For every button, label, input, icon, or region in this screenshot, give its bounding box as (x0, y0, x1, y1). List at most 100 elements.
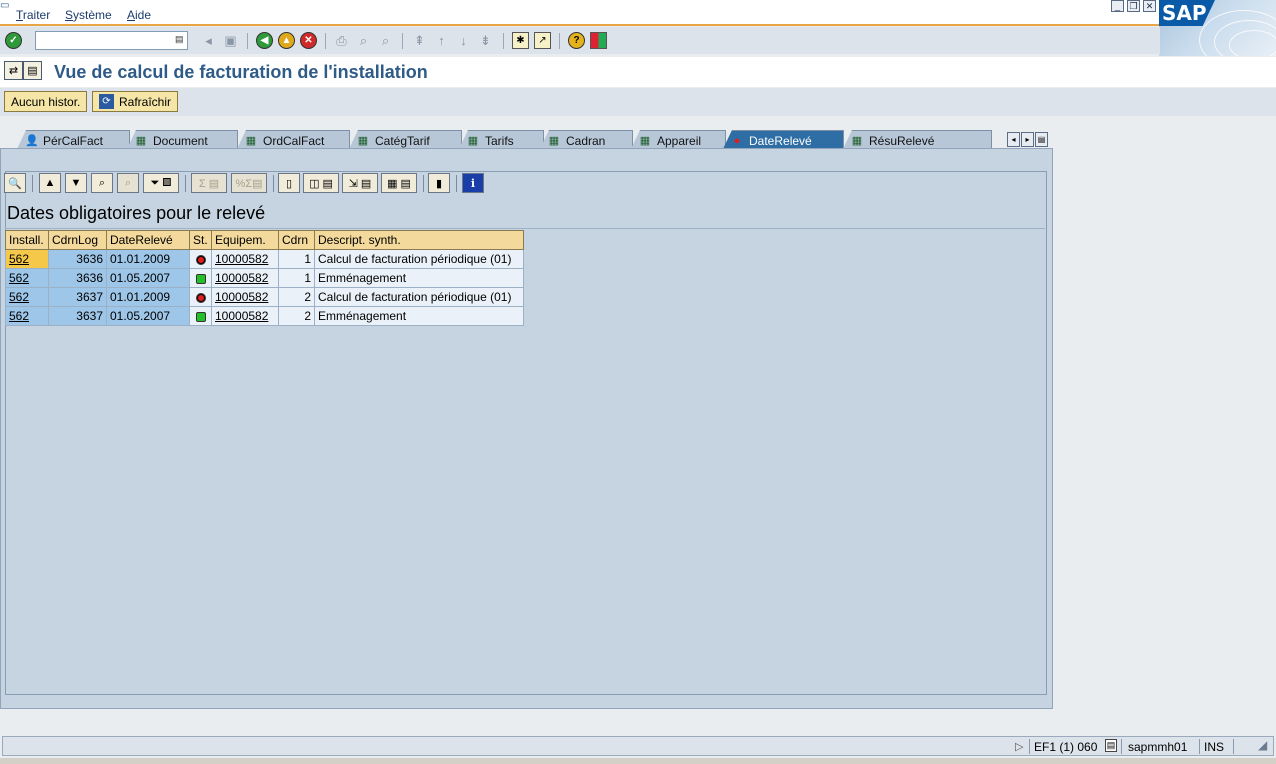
install-link[interactable]: 562 (9, 309, 29, 323)
find-icon[interactable]: ⌕ (355, 32, 372, 49)
equipment-link[interactable]: 10000582 (215, 290, 268, 304)
info-icon[interactable]: i (462, 173, 484, 193)
close-window-icon[interactable]: ✕ (1143, 0, 1156, 12)
subtotal-icon: %Σ▤ (231, 173, 267, 193)
next-page-icon[interactable]: ↓ (455, 32, 472, 49)
graphic-icon[interactable]: ▮ (428, 173, 450, 193)
command-history-icon[interactable]: ▤ (175, 34, 185, 46)
help-icon[interactable]: ? (568, 32, 585, 49)
red-light-icon (195, 254, 206, 265)
exit-icon[interactable]: ▲ (278, 32, 295, 49)
standard-toolbar: ✓ ▤ ◂ ▣ ◀ ▲ ✕ ⎙ ⌕ ⌕ ⇞ ↑ ↓ ⇟ ✱ ↗ ? (0, 27, 1160, 54)
column-header-cdrn[interactable]: Cdrn (278, 230, 315, 250)
install-cell[interactable]: 562 (5, 306, 49, 326)
back-arrow-icon[interactable]: ◂ (200, 32, 217, 49)
column-header-datereleve[interactable]: DateRelevé (106, 230, 190, 250)
tab-label: Appareil (657, 134, 702, 148)
equipment-link[interactable]: 10000582 (215, 309, 268, 323)
new-session-icon[interactable]: ✱ (512, 32, 529, 49)
sort-descending-icon[interactable]: ▼ (65, 173, 87, 193)
views-icon[interactable]: ◫ ▤ (303, 173, 339, 193)
install-cell[interactable]: 562 (5, 249, 49, 269)
first-page-icon[interactable]: ⇞ (411, 32, 428, 49)
data-grid: Install. CdrnLog DateRelevé St. Equipem.… (5, 230, 524, 326)
last-page-icon[interactable]: ⇟ (477, 32, 494, 49)
column-header-description[interactable]: Descript. synth. (314, 230, 524, 250)
cancel-icon[interactable]: ✕ (300, 32, 317, 49)
filter-icon[interactable]: ⏷ ▤ (143, 173, 179, 193)
install-cell[interactable]: 562 (5, 287, 49, 307)
tab-scroll-left-icon[interactable]: ◂ (1007, 132, 1020, 147)
table-row[interactable]: 562 3637 01.05.2007 10000582 2 Emménagem… (5, 306, 524, 326)
find-next-icon[interactable]: ⌕ (377, 32, 394, 49)
date-cell: 01.01.2009 (106, 287, 190, 307)
layout-icon[interactable]: ▦ ▤ (381, 173, 417, 193)
save-icon[interactable]: ▣ (222, 32, 239, 49)
menu-item-traiter[interactable]: Traiter (16, 8, 50, 22)
cdrnlog-cell: 3637 (48, 287, 107, 307)
install-link[interactable]: 562 (9, 271, 29, 285)
layout-menu-icon[interactable] (590, 32, 607, 49)
table-row[interactable]: 562 3637 01.01.2009 10000582 2 Calcul de… (5, 287, 524, 307)
sort-ascending-icon[interactable]: ▲ (39, 173, 61, 193)
title-bar: ⇄ ▤ Vue de calcul de facturation de l'in… (0, 57, 1276, 87)
maximize-icon[interactable]: ❐ (1127, 0, 1140, 12)
print-icon[interactable]: ⎙ (333, 32, 350, 49)
equipment-link[interactable]: 10000582 (215, 252, 268, 266)
install-link[interactable]: 562 (9, 252, 29, 266)
grid-header-row: Install. CdrnLog DateRelevé St. Equipem.… (5, 230, 524, 250)
equipment-link[interactable]: 10000582 (215, 271, 268, 285)
equipment-cell[interactable]: 10000582 (211, 287, 279, 307)
status-cell (189, 268, 212, 288)
sap-logo: SAP (1159, 0, 1276, 56)
command-input[interactable] (36, 32, 166, 48)
back-icon[interactable]: ◀ (256, 32, 273, 49)
column-header-status[interactable]: St. (189, 230, 212, 250)
date-cell: 01.05.2007 (106, 268, 190, 288)
description-cell: Emménagement (314, 268, 524, 288)
status-expand-icon[interactable]: ▷ (1015, 740, 1023, 753)
no-history-button[interactable]: Aucun histor. (4, 91, 88, 112)
cdrn-cell: 1 (278, 249, 315, 269)
menu-item-aide[interactable]: Aide (127, 8, 151, 22)
table-row[interactable]: 562 3636 01.05.2007 10000582 1 Emménagem… (5, 268, 524, 288)
grid-title-divider (5, 228, 1045, 229)
green-light-icon (195, 273, 206, 284)
tab-label: RésuRelevé (869, 134, 935, 148)
enter-check-icon[interactable]: ✓ (5, 32, 22, 49)
export-icon[interactable]: ⇲ ▤ (342, 173, 378, 193)
cdrnlog-cell: 3636 (48, 249, 107, 269)
tab-label: Tarifs (485, 134, 514, 148)
date-cell: 01.01.2009 (106, 249, 190, 269)
details-icon[interactable]: 🔍 (4, 173, 26, 193)
shortcut-icon[interactable]: ↗ (534, 32, 551, 49)
tab-list-icon[interactable]: ▤ (1035, 132, 1048, 147)
install-cell[interactable]: 562 (5, 268, 49, 288)
refresh-button[interactable]: ⟳ Rafraîchir (92, 91, 179, 112)
display-change-icon[interactable]: ⇄ (4, 61, 23, 80)
print-preview-icon[interactable]: ▯ (278, 173, 300, 193)
person-icon: 👤 (25, 135, 39, 147)
equipment-cell[interactable]: 10000582 (211, 249, 279, 269)
command-field[interactable]: ▤ (35, 31, 188, 50)
cdrnlog-cell: 3637 (48, 306, 107, 326)
title-menu-icon[interactable]: ▤ (23, 61, 42, 80)
table-row[interactable]: 562 3636 01.01.2009 10000582 1 Calcul de… (5, 249, 524, 269)
equipment-cell[interactable]: 10000582 (211, 268, 279, 288)
install-link[interactable]: 562 (9, 290, 29, 304)
resize-grip-icon[interactable]: ◢ (1258, 738, 1267, 752)
status-cell (189, 306, 212, 326)
column-header-install[interactable]: Install. (5, 230, 49, 250)
column-header-cdrnlog[interactable]: CdrnLog (48, 230, 107, 250)
previous-page-icon[interactable]: ↑ (433, 32, 450, 49)
cdrn-cell: 2 (278, 306, 315, 326)
menu-item-systeme[interactable]: Système (65, 8, 112, 22)
system-info-menu-icon[interactable]: ▤ (1105, 739, 1117, 752)
table-icon: ▦ (548, 135, 560, 147)
minimize-icon[interactable]: _ (1111, 0, 1124, 12)
tab-label: DateRelevé (749, 134, 812, 148)
find-icon[interactable]: ⌕ (91, 173, 113, 193)
tab-scroll-right-icon[interactable]: ▸ (1021, 132, 1034, 147)
equipment-cell[interactable]: 10000582 (211, 306, 279, 326)
column-header-equipem[interactable]: Equipem. (211, 230, 279, 250)
